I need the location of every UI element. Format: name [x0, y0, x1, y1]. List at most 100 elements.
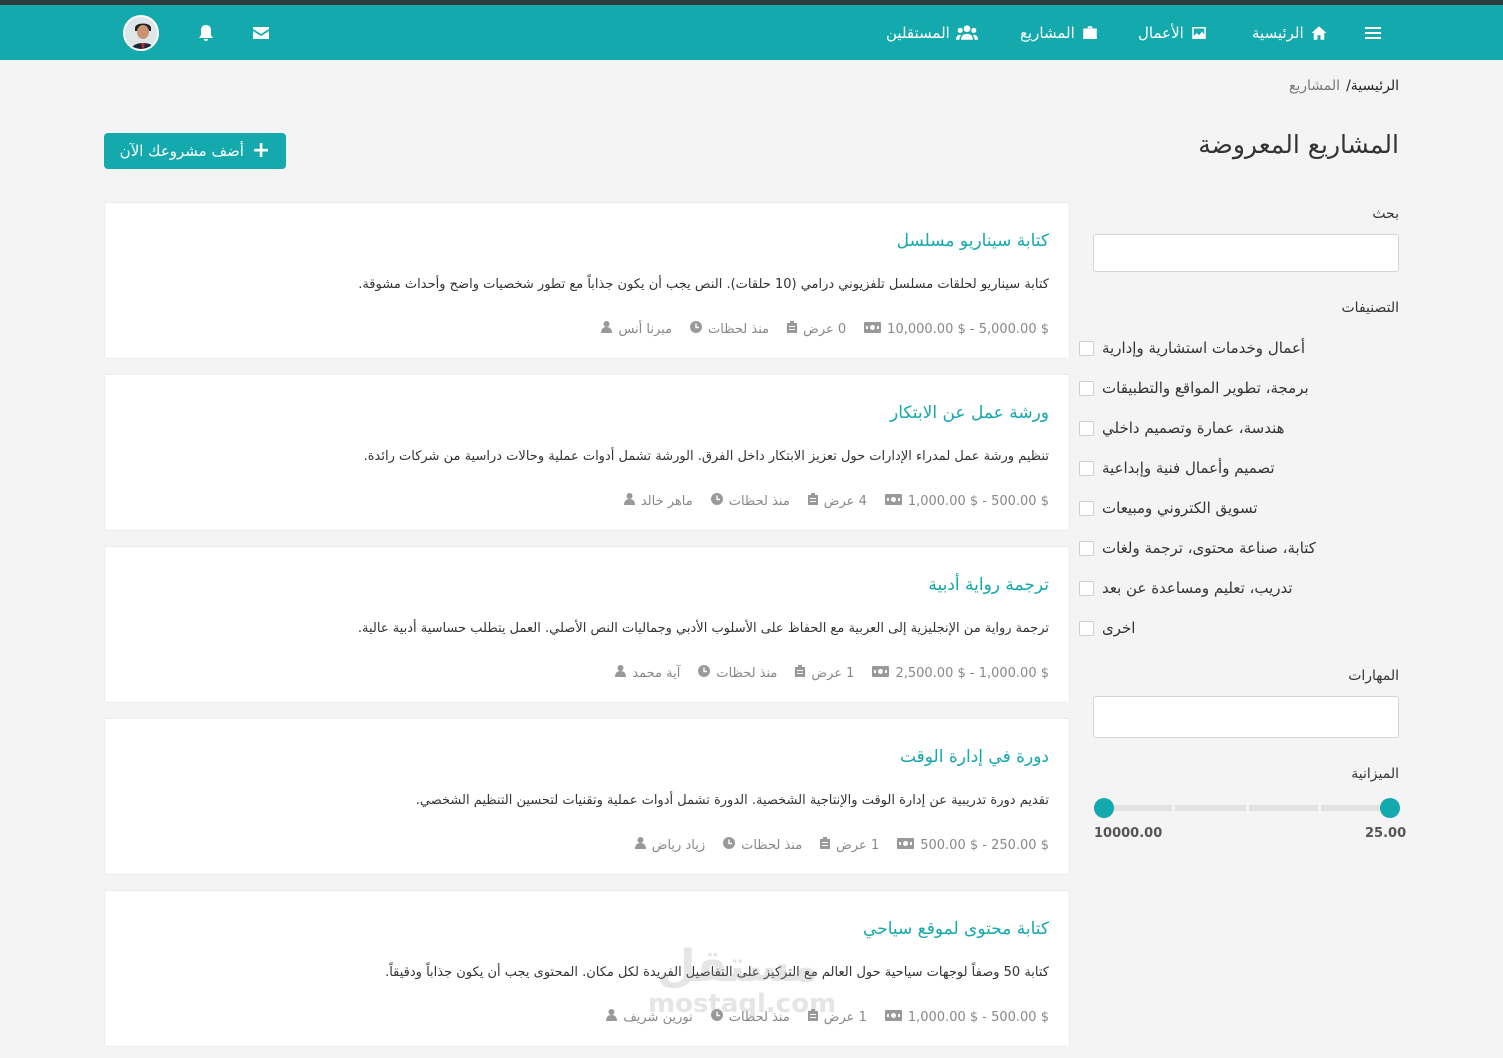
user-icon	[634, 837, 646, 853]
clock-icon	[690, 321, 703, 337]
budget-min-value: 25.00	[1365, 826, 1407, 841]
category-checkbox[interactable]: تصميم وأعمال فنية وإبداعية	[1079, 457, 1399, 479]
category-label: تدريب، تعليم ومساعدة عن بعد	[1102, 579, 1293, 597]
project-budget: $ 500.00 - $ 1,000.00	[884, 493, 1049, 509]
category-checkbox[interactable]: أعمال وخدمات استشارية وإدارية	[1079, 337, 1399, 359]
page-title: المشاريع المعروضة	[1198, 130, 1399, 159]
category-checkbox[interactable]: هندسة، عمارة وتصميم داخلي	[1079, 417, 1399, 439]
offers-count: 1 عرض	[811, 665, 855, 681]
money-icon	[864, 321, 882, 337]
budget-range: $ 500.00 - $ 1,000.00	[907, 1009, 1049, 1025]
envelope-icon[interactable]	[250, 5, 272, 60]
project-description: تنظيم ورشة عمل لمدراء الإدارات حول تعزيز…	[363, 449, 1049, 464]
project-meta: زياد رياض منذ لحظات 1 عرض $ 250.00 - $ 500.…	[634, 837, 1049, 853]
add-project-label: أضف مشروعك الآن	[119, 142, 244, 160]
project-budget: $ 5,000.00 - $ 10,000.00	[864, 321, 1049, 337]
project-title[interactable]: دورة في إدارة الوقت	[900, 747, 1049, 767]
checkbox[interactable]	[1079, 420, 1094, 436]
project-title[interactable]: ترجمة رواية أدبية	[928, 575, 1049, 595]
budget-max-handle[interactable]	[1094, 798, 1114, 818]
add-project-button[interactable]: + أضف مشروعك الآن	[104, 133, 286, 169]
author-name: ماهر خالد	[640, 493, 693, 509]
user-icon	[615, 665, 627, 681]
nav-freelancers[interactable]: المستقلين	[886, 5, 978, 60]
project-budget: $ 1,000.00 - $ 2,500.00	[872, 665, 1049, 681]
clock-icon	[698, 665, 711, 681]
offers-count: 0 عرض	[803, 321, 847, 337]
nav-home-label: الرئيسية	[1252, 23, 1304, 42]
project-meta: آية محمد منذ لحظات 1 عرض $ 1,000.00 - $ 2,5…	[615, 665, 1049, 681]
project-author[interactable]: ميرنا أنس	[601, 321, 672, 337]
project-title[interactable]: كتابة محتوى لموقع سياحي	[863, 919, 1049, 939]
project-offers: 4 عرض	[807, 493, 867, 509]
category-checkbox[interactable]: برمجة، تطوير المواقع والتطبيقات	[1079, 377, 1399, 399]
project-time: منذ لحظات	[710, 493, 790, 509]
slider-separator	[1172, 805, 1175, 811]
search-label: بحث	[1372, 206, 1399, 222]
category-checkbox[interactable]: تدريب، تعليم ومساعدة عن بعد	[1079, 577, 1399, 599]
category-label: أعمال وخدمات استشارية وإدارية	[1102, 339, 1306, 357]
users-icon	[955, 24, 978, 40]
project-author[interactable]: ماهر خالد	[623, 493, 693, 509]
project-budget: $ 500.00 - $ 1,000.00	[884, 1009, 1049, 1025]
checkbox[interactable]	[1079, 340, 1094, 356]
budget-max-value: 10000.00	[1094, 826, 1163, 841]
time-label: منذ لحظات	[708, 321, 770, 337]
project-card: ترجمة رواية أدبية ترجمة رواية من الإنجليز…	[104, 546, 1070, 703]
time-label: منذ لحظات	[728, 493, 790, 509]
bell-icon[interactable]	[196, 5, 216, 60]
slider-separator	[1246, 805, 1249, 811]
budget-range: $ 5,000.00 - $ 10,000.00	[887, 321, 1049, 337]
breadcrumb: الرئيسية/ المشاريع	[1289, 78, 1399, 94]
project-author[interactable]: نورين شريف	[606, 1009, 693, 1025]
budget-label: الميزانية	[1351, 766, 1399, 782]
slider-separator	[1318, 805, 1321, 811]
clipboard-icon	[820, 837, 831, 853]
project-card: دورة في إدارة الوقت تقديم دورة تدريبية عن…	[104, 718, 1070, 875]
project-card: ورشة عمل عن الابتكار تنظيم ورشة عمل لمدرا…	[104, 374, 1070, 531]
project-description: كتابة 50 وصفاً لوجهات سياحية حول العالم …	[385, 965, 1049, 980]
skills-label: المهارات	[1348, 668, 1399, 684]
checkbox[interactable]	[1079, 380, 1094, 396]
clipboard-icon	[795, 665, 806, 681]
avatar[interactable]	[123, 15, 159, 51]
category-label: برمجة، تطوير المواقع والتطبيقات	[1102, 379, 1309, 397]
project-title[interactable]: ورشة عمل عن الابتكار	[890, 403, 1049, 423]
project-author[interactable]: آية محمد	[615, 665, 680, 681]
checkbox[interactable]	[1079, 460, 1094, 476]
project-title[interactable]: كتابة سيناريو مسلسل	[897, 231, 1049, 251]
offers-count: 1 عرض	[823, 1009, 867, 1025]
nav-projects[interactable]: المشاريع	[1020, 5, 1099, 60]
project-meta: ميرنا أنس منذ لحظات 0 عرض $ 5,000.00 - $ 10…	[601, 321, 1049, 337]
skills-input[interactable]	[1093, 696, 1399, 738]
category-checkbox[interactable]: كتابة، صناعة محتوى، ترجمة ولغات	[1079, 537, 1399, 559]
project-offers: 1 عرض	[820, 837, 879, 853]
project-card: كتابة سيناريو مسلسل كتابة سيناريو لحلقات …	[104, 202, 1070, 359]
project-budget: $ 250.00 - $ 500.00	[897, 837, 1049, 853]
search-input[interactable]	[1093, 234, 1399, 272]
checkbox[interactable]	[1079, 620, 1094, 636]
budget-range: $ 1,000.00 - $ 2,500.00	[895, 665, 1049, 681]
category-checkbox[interactable]: اخرى	[1079, 617, 1399, 639]
category-checkbox[interactable]: تسويق الكتروني ومبيعات	[1079, 497, 1399, 519]
budget-min-handle[interactable]	[1380, 798, 1400, 818]
user-icon	[601, 321, 613, 337]
project-offers: 0 عرض	[787, 321, 846, 337]
clock-icon	[710, 493, 723, 509]
nav-works[interactable]: الأعمال	[1138, 5, 1208, 60]
author-name: نورين شريف	[623, 1009, 693, 1025]
project-description: كتابة سيناريو لحلقات مسلسل تلفزيوني درام…	[358, 277, 1049, 292]
menu-icon[interactable]	[1360, 5, 1386, 60]
checkbox[interactable]	[1079, 540, 1094, 556]
project-author[interactable]: زياد رياض	[634, 837, 705, 853]
nav-freelancers-label: المستقلين	[886, 23, 950, 42]
offers-count: 4 عرض	[823, 493, 867, 509]
nav-home[interactable]: الرئيسية	[1252, 5, 1328, 60]
project-description: ترجمة رواية من الإنجليزية إلى العربية مع…	[357, 621, 1049, 636]
image-icon	[1192, 26, 1206, 39]
project-description: تقديم دورة تدريبية عن إدارة الوقت والإنت…	[415, 793, 1049, 808]
project-time: منذ لحظات	[698, 665, 777, 681]
breadcrumb-home[interactable]: الرئيسية/	[1346, 78, 1399, 94]
checkbox[interactable]	[1079, 500, 1094, 516]
checkbox[interactable]	[1079, 580, 1094, 596]
